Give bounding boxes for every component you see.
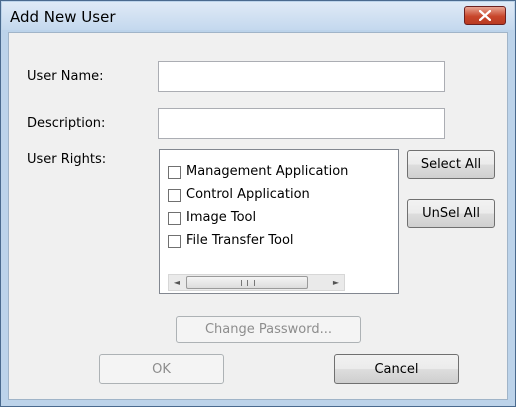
image-tool-checkbox[interactable] (168, 212, 181, 225)
description-label: Description: (27, 116, 106, 131)
file-transfer-tool-checkbox[interactable] (168, 235, 181, 248)
scroll-thumb[interactable] (186, 276, 308, 289)
change-password-button[interactable]: Change Password... (176, 316, 361, 343)
user-name-label: User Name: (27, 69, 104, 84)
user-rights-list[interactable]: Management Application Control Applicati… (159, 149, 399, 294)
cancel-button[interactable]: Cancel (334, 354, 459, 384)
description-input[interactable] (158, 108, 445, 139)
close-button[interactable] (464, 6, 506, 25)
control-application-checkbox[interactable] (168, 189, 181, 202)
list-item-label: Control Application (186, 187, 310, 202)
management-application-checkbox[interactable] (168, 166, 181, 179)
add-new-user-dialog: Add New User User Name: Description: Use… (0, 0, 516, 407)
dialog-title: Add New User (10, 8, 116, 26)
select-all-button[interactable]: Select All (407, 150, 495, 179)
scroll-right-icon[interactable]: ► (328, 275, 344, 290)
list-item-label: File Transfer Tool (186, 233, 294, 248)
grip-icon (241, 280, 255, 286)
list-item-label: Management Application (186, 164, 349, 179)
ok-button[interactable]: OK (99, 354, 224, 384)
close-icon (479, 10, 491, 21)
horizontal-scrollbar[interactable]: ◄ ► (168, 274, 345, 291)
dialog-body: User Name: Description: User Rights: Man… (8, 32, 508, 400)
title-bar[interactable]: Add New User (2, 2, 514, 30)
scroll-left-icon[interactable]: ◄ (169, 275, 185, 290)
user-name-input[interactable] (158, 61, 445, 92)
user-rights-label: User Rights: (27, 152, 107, 167)
unselect-all-button[interactable]: UnSel All (407, 199, 495, 228)
list-item-label: Image Tool (186, 210, 257, 225)
